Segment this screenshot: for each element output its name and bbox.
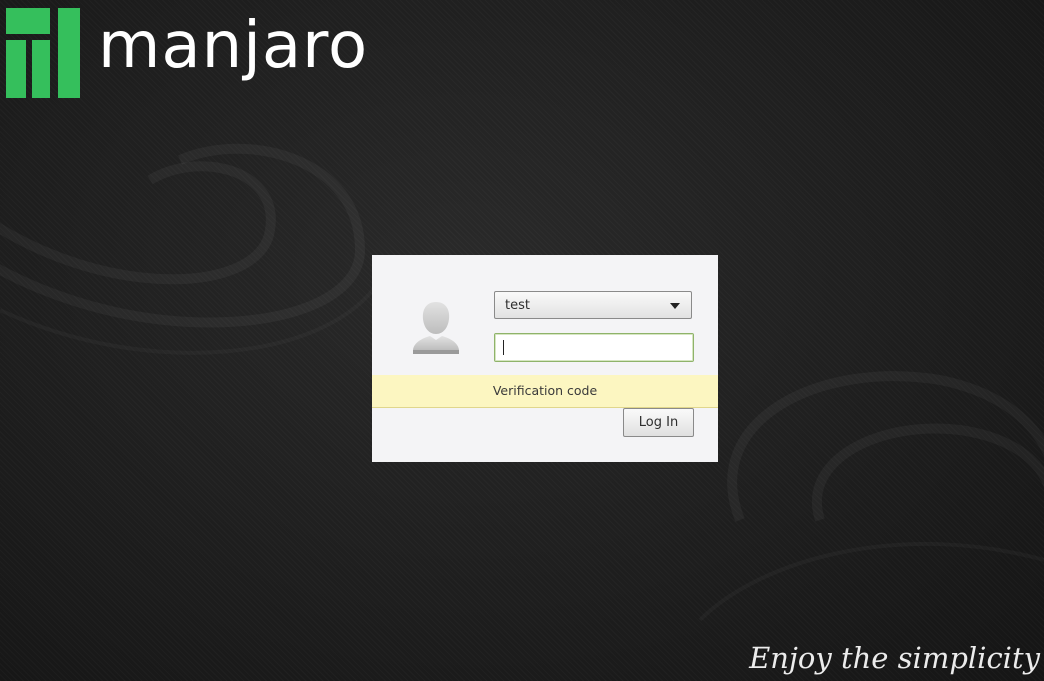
verification-code-input[interactable]: [494, 333, 694, 362]
user-select-dropdown[interactable]: test: [494, 291, 692, 319]
text-cursor: [503, 340, 504, 355]
login-button[interactable]: Log In: [623, 408, 694, 437]
caret-down-icon: [670, 303, 680, 309]
verification-prompt: Verification code: [372, 375, 718, 408]
login-dialog: test Verification code Log In: [372, 255, 718, 462]
logo-wordmark: manjaro: [98, 9, 369, 83]
user-avatar-icon: [413, 302, 459, 354]
tagline: Enjoy the simplicity: [749, 641, 1040, 675]
manjaro-logo: manjaro: [6, 8, 386, 100]
user-select-value: test: [505, 298, 530, 313]
manjaro-logo-icon: [6, 8, 80, 98]
